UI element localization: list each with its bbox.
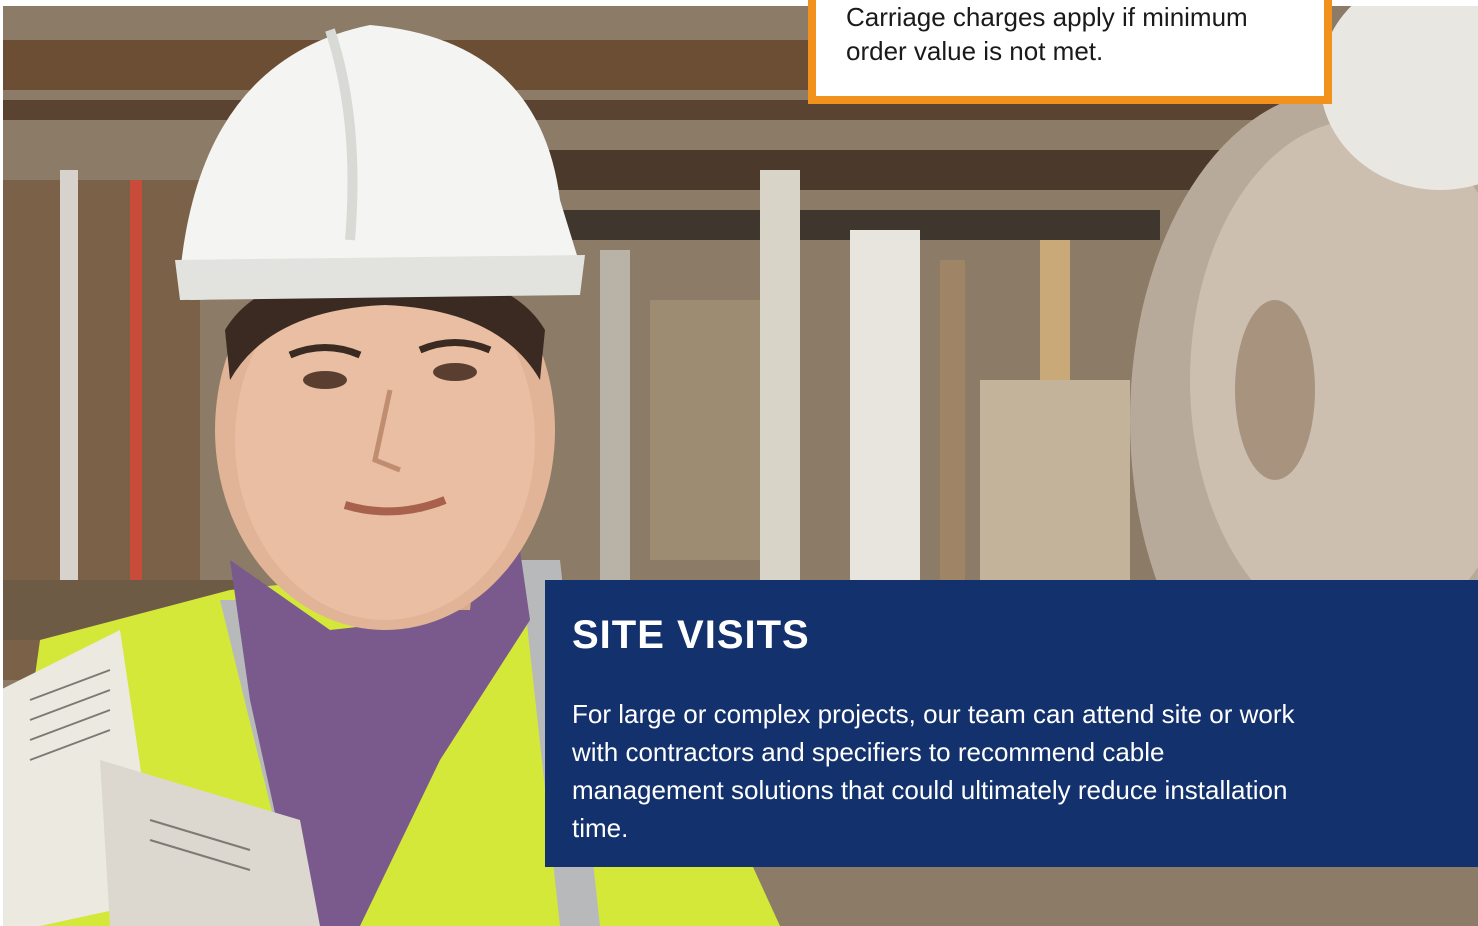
carriage-notice-box: Carriage charges apply if minimum order …: [808, 0, 1332, 104]
site-visits-description: For large or complex projects, our team …: [572, 699, 1295, 843]
carriage-notice-text: Carriage charges apply if minimum order …: [846, 2, 1248, 66]
left-border: [0, 0, 3, 926]
site-visits-panel: SITE VISITS For large or complex project…: [545, 580, 1478, 867]
site-visits-heading: SITE VISITS: [572, 613, 810, 657]
